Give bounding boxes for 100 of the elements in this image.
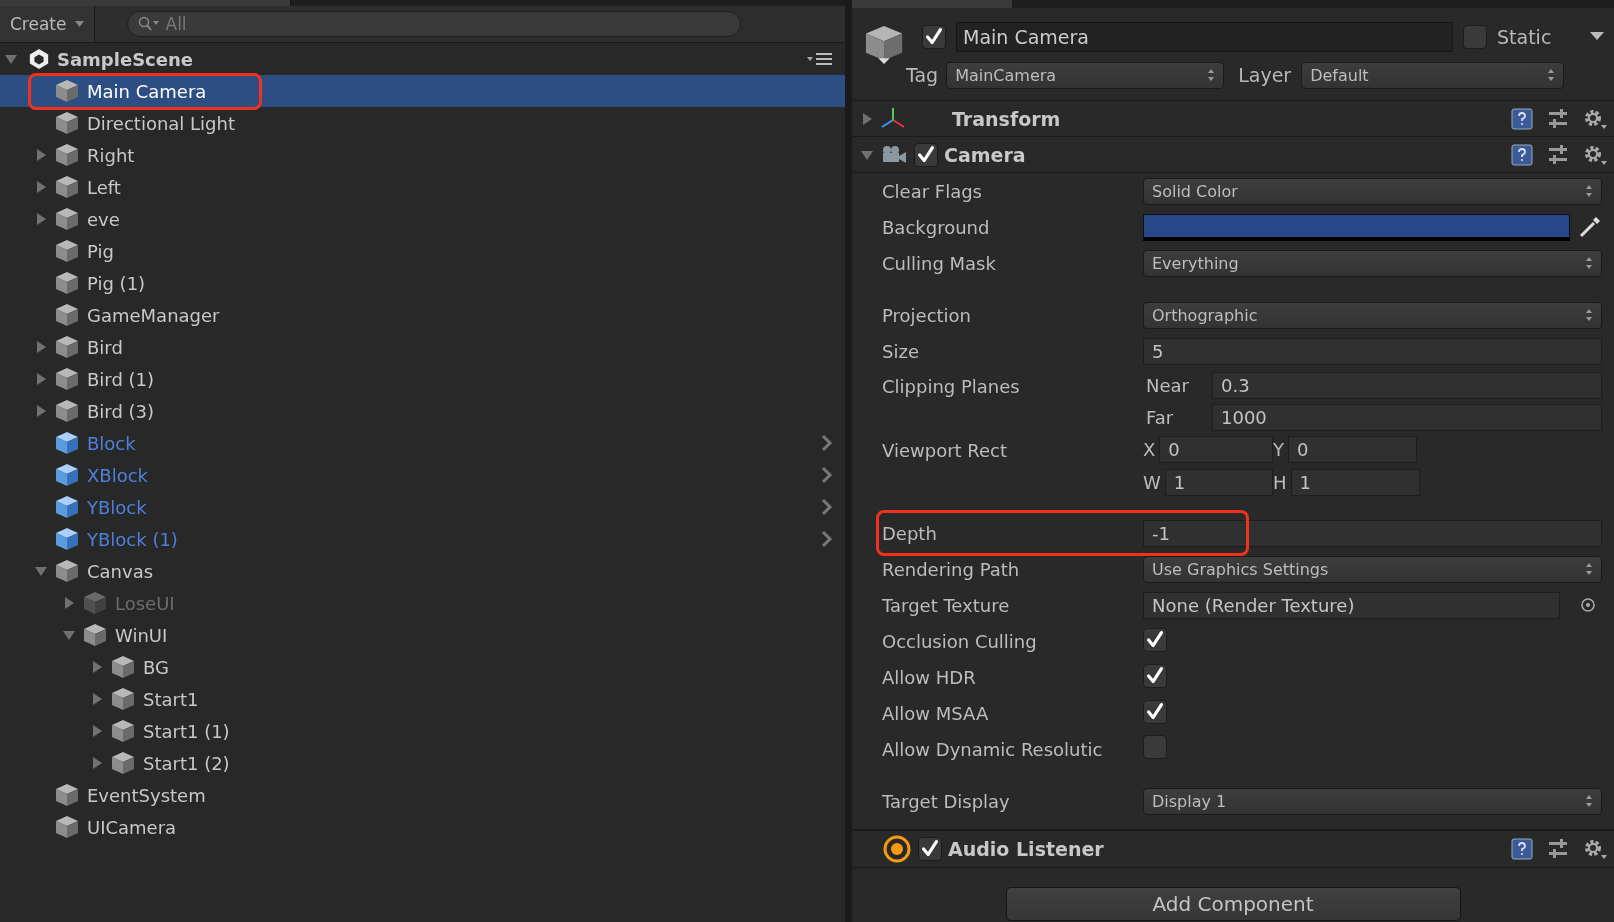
- tree-arrow-icon[interactable]: [90, 692, 104, 706]
- chevron-right-icon[interactable]: [821, 434, 833, 452]
- hierarchy-item[interactable]: Pig (1): [0, 267, 845, 299]
- hierarchy-item[interactable]: XBlock: [0, 459, 845, 491]
- tree-arrow-icon[interactable]: [34, 212, 48, 226]
- checkbox[interactable]: [922, 25, 946, 49]
- checkbox[interactable]: [1143, 663, 1167, 688]
- hierarchy-item[interactable]: Canvas: [0, 555, 845, 587]
- checkbox[interactable]: [914, 142, 938, 167]
- hierarchy-item[interactable]: Bird (3): [0, 395, 845, 427]
- chevron-right-icon[interactable]: [821, 530, 833, 548]
- hierarchy-item[interactable]: BG: [0, 651, 845, 683]
- number-field[interactable]: 1: [1164, 469, 1273, 496]
- checkbox[interactable]: [1463, 25, 1487, 49]
- tree-arrow-icon[interactable]: [90, 724, 104, 738]
- hierarchy-item[interactable]: Bird (1): [0, 363, 845, 395]
- hierarchy-item[interactable]: eve: [0, 203, 845, 235]
- help-icon[interactable]: [1510, 106, 1534, 131]
- hierarchy-item[interactable]: Start1 (1): [0, 715, 845, 747]
- gear-icon[interactable]: [1582, 837, 1608, 861]
- cube-icon: [54, 142, 80, 168]
- caret-icon[interactable]: [1590, 32, 1604, 42]
- checkbox[interactable]: [1143, 699, 1167, 724]
- hierarchy-item[interactable]: WinUI: [0, 619, 845, 651]
- number-field[interactable]: 0: [1159, 436, 1273, 463]
- chevron-right-icon[interactable]: [821, 498, 833, 516]
- hierarchy-item[interactable]: GameManager: [0, 299, 845, 331]
- component-title: Audio Listener: [948, 838, 1104, 860]
- add-component-button[interactable]: Add Component: [1005, 887, 1461, 921]
- number-field[interactable]: -1: [1143, 519, 1602, 547]
- caret-icon: [74, 21, 84, 27]
- hierarchy-item[interactable]: Main Camera: [0, 75, 845, 107]
- tree-arrow-icon[interactable]: [34, 564, 48, 578]
- hierarchy-item[interactable]: EventSystem: [0, 779, 845, 811]
- tree-arrow-icon[interactable]: [90, 756, 104, 770]
- cube-icon: [54, 462, 80, 488]
- tree-arrow-icon[interactable]: [62, 628, 76, 642]
- tree-arrow-icon[interactable]: [34, 340, 48, 354]
- tree-arrow-icon[interactable]: [34, 180, 48, 194]
- hierarchy-item[interactable]: Start1: [0, 683, 845, 715]
- dropdown[interactable]: Everything: [1143, 249, 1602, 277]
- cube-icon: [54, 334, 80, 360]
- tree-arrow-icon[interactable]: [34, 404, 48, 418]
- tag-dropdown[interactable]: MainCamera: [946, 61, 1225, 89]
- property-label: Target Display: [882, 790, 1011, 812]
- chevron-right-icon[interactable]: [821, 466, 833, 484]
- cube-icon: [54, 78, 80, 104]
- foldout-arrow-icon[interactable]: [860, 111, 874, 126]
- hierarchy-item[interactable]: Right: [0, 139, 845, 171]
- help-icon[interactable]: [1510, 142, 1534, 167]
- help-icon[interactable]: [1510, 837, 1534, 861]
- number-field[interactable]: 1000: [1212, 403, 1602, 431]
- checkbox[interactable]: [1143, 627, 1167, 652]
- dropdown[interactable]: Solid Color: [1143, 177, 1602, 205]
- field-label: Y: [1273, 439, 1284, 460]
- object-field[interactable]: None (Render Texture): [1143, 591, 1560, 619]
- hierarchy-item[interactable]: YBlock (1): [0, 523, 845, 555]
- cube-icon: [82, 622, 108, 648]
- field-label: X: [1143, 439, 1156, 460]
- tree-arrow-icon[interactable]: [4, 52, 18, 66]
- menu-icon[interactable]: [807, 52, 833, 66]
- number-field[interactable]: 0: [1288, 436, 1417, 463]
- checkbox[interactable]: [918, 837, 942, 861]
- search-input[interactable]: All: [163, 13, 730, 35]
- sliders-icon[interactable]: [1546, 837, 1570, 861]
- hierarchy-item[interactable]: YBlock: [0, 491, 845, 523]
- number-field[interactable]: 5: [1143, 337, 1602, 365]
- color-swatch[interactable]: [1143, 213, 1570, 241]
- search-field[interactable]: All: [126, 11, 741, 37]
- create-button[interactable]: Create: [0, 6, 95, 42]
- field-label: Near: [1145, 374, 1190, 396]
- hierarchy-item[interactable]: Block: [0, 427, 845, 459]
- dropdown[interactable]: Display 1: [1143, 787, 1602, 815]
- checkbox[interactable]: [1143, 735, 1167, 759]
- search-icon: [137, 16, 160, 32]
- field-label: Far: [1145, 406, 1175, 428]
- hierarchy-item[interactable]: UICamera: [0, 811, 845, 843]
- name-field[interactable]: Main Camera: [956, 22, 1453, 52]
- static-label: Static: [1497, 26, 1552, 48]
- hierarchy-item[interactable]: Pig: [0, 235, 845, 267]
- tree-arrow-icon[interactable]: [34, 148, 48, 162]
- eyedropper-icon[interactable]: [1578, 215, 1602, 239]
- layer-dropdown[interactable]: Default: [1301, 61, 1565, 89]
- dropdown[interactable]: Orthographic: [1143, 301, 1602, 329]
- number-field[interactable]: 0.3: [1212, 371, 1602, 399]
- number-field[interactable]: 1: [1290, 469, 1420, 496]
- target-icon[interactable]: [1580, 597, 1596, 613]
- sliders-icon[interactable]: [1546, 106, 1570, 131]
- updown-arrows-icon: [1585, 308, 1593, 322]
- property-label: Background: [882, 216, 991, 238]
- dropdown[interactable]: Use Graphics Settings: [1143, 555, 1602, 583]
- tree-arrow-icon[interactable]: [34, 372, 48, 386]
- hierarchy-item[interactable]: Left: [0, 171, 845, 203]
- hierarchy-item[interactable]: Directional Light: [0, 107, 845, 139]
- tag-label: Tag: [906, 64, 939, 86]
- hierarchy-item[interactable]: Bird: [0, 331, 845, 363]
- hierarchy-item[interactable]: Start1 (2): [0, 747, 845, 779]
- tree-arrow-icon[interactable]: [90, 660, 104, 674]
- scene-header[interactable]: SampleScene: [0, 43, 845, 75]
- sliders-icon[interactable]: [1546, 142, 1570, 167]
